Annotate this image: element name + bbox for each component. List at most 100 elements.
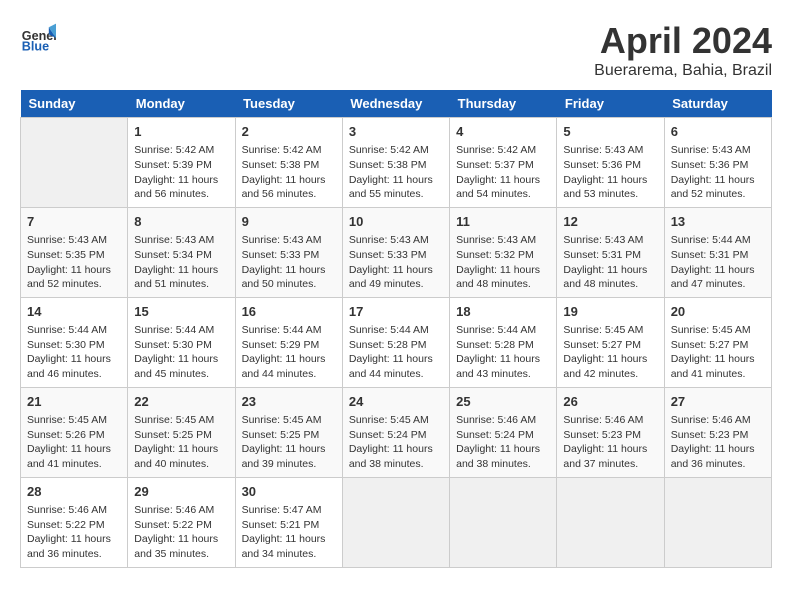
day-number: 8 <box>134 213 228 231</box>
day-number: 15 <box>134 303 228 321</box>
day-number: 13 <box>671 213 765 231</box>
day-number: 19 <box>563 303 657 321</box>
day-info: Sunrise: 5:45 AMSunset: 5:25 PMDaylight:… <box>242 413 336 472</box>
calendar-cell: 16Sunrise: 5:44 AMSunset: 5:29 PMDayligh… <box>235 297 342 387</box>
day-info: Sunrise: 5:44 AMSunset: 5:31 PMDaylight:… <box>671 233 765 292</box>
day-info: Sunrise: 5:44 AMSunset: 5:29 PMDaylight:… <box>242 323 336 382</box>
day-info: Sunrise: 5:43 AMSunset: 5:36 PMDaylight:… <box>563 143 657 202</box>
calendar-cell: 2Sunrise: 5:42 AMSunset: 5:38 PMDaylight… <box>235 118 342 208</box>
day-info: Sunrise: 5:43 AMSunset: 5:32 PMDaylight:… <box>456 233 550 292</box>
day-number: 6 <box>671 123 765 141</box>
weekday-header-sunday: Sunday <box>21 90 128 118</box>
day-number: 26 <box>563 393 657 411</box>
day-info: Sunrise: 5:43 AMSunset: 5:35 PMDaylight:… <box>27 233 121 292</box>
calendar-cell: 4 Sunrise: 5:42 AMSunset: 5:37 PMDaylight… <box>450 118 557 208</box>
title-block: April 2024 Buerarema, Bahia, Brazil <box>594 20 772 80</box>
calendar-week-3: 14 Sunrise: 5:44 AMSunset: 5:30 PMDayligh… <box>21 297 772 387</box>
calendar-cell: 8Sunrise: 5:43 AMSunset: 5:34 PMDaylight… <box>128 207 235 297</box>
day-info: Sunrise: 5:45 AMSunset: 5:26 PMDaylight:… <box>27 413 121 472</box>
page-header: General Blue April 2024 Buerarema, Bahia… <box>20 20 772 80</box>
day-number: 4 <box>456 123 550 141</box>
day-number: 27 <box>671 393 765 411</box>
day-info: Sunrise: 5:42 AMSunset: 5:39 PMDaylight:… <box>134 143 228 202</box>
day-number: 18 <box>456 303 550 321</box>
weekday-header-monday: Monday <box>128 90 235 118</box>
month-title: April 2024 <box>594 20 772 62</box>
day-number: 23 <box>242 393 336 411</box>
day-number: 9 <box>242 213 336 231</box>
day-info: Sunrise: 5:43 AMSunset: 5:36 PMDaylight:… <box>671 143 765 202</box>
day-info: Sunrise: 5:44 AMSunset: 5:30 PMDaylight:… <box>134 323 228 382</box>
weekday-header-wednesday: Wednesday <box>342 90 449 118</box>
day-number: 3 <box>349 123 443 141</box>
day-number: 5 <box>563 123 657 141</box>
day-number: 22 <box>134 393 228 411</box>
day-info: Sunrise: 5:42 AMSunset: 5:38 PMDaylight:… <box>349 143 443 202</box>
day-number: 30 <box>242 483 336 501</box>
weekday-header-friday: Friday <box>557 90 664 118</box>
weekday-header-tuesday: Tuesday <box>235 90 342 118</box>
calendar-cell: 23 Sunrise: 5:45 AMSunset: 5:25 PMDayligh… <box>235 387 342 477</box>
weekday-header-saturday: Saturday <box>664 90 771 118</box>
day-info: Sunrise: 5:46 AMSunset: 5:24 PMDaylight:… <box>456 413 550 472</box>
day-info: Sunrise: 5:45 AMSunset: 5:27 PMDaylight:… <box>563 323 657 382</box>
day-number: 25 <box>456 393 550 411</box>
calendar-cell: 7Sunrise: 5:43 AMSunset: 5:35 PMDaylight… <box>21 207 128 297</box>
day-number: 11 <box>456 213 550 231</box>
calendar-cell: 13 Sunrise: 5:44 AMSunset: 5:31 PMDayligh… <box>664 207 771 297</box>
calendar-cell: 30 Sunrise: 5:47 AMSunset: 5:21 PMDayligh… <box>235 477 342 567</box>
calendar-cell: 10 Sunrise: 5:43 AMSunset: 5:33 PMDayligh… <box>342 207 449 297</box>
day-number: 24 <box>349 393 443 411</box>
day-info: Sunrise: 5:45 AMSunset: 5:25 PMDaylight:… <box>134 413 228 472</box>
day-info: Sunrise: 5:42 AMSunset: 5:37 PMDaylight:… <box>456 143 550 202</box>
day-number: 12 <box>563 213 657 231</box>
calendar-cell: 21Sunrise: 5:45 AMSunset: 5:26 PMDayligh… <box>21 387 128 477</box>
calendar-cell <box>342 477 449 567</box>
calendar-cell: 20Sunrise: 5:45 AMSunset: 5:27 PMDayligh… <box>664 297 771 387</box>
calendar-cell <box>557 477 664 567</box>
calendar-cell: 9 Sunrise: 5:43 AMSunset: 5:33 PMDaylight… <box>235 207 342 297</box>
day-info: Sunrise: 5:44 AMSunset: 5:30 PMDaylight:… <box>27 323 121 382</box>
day-info: Sunrise: 5:43 AMSunset: 5:33 PMDaylight:… <box>242 233 336 292</box>
calendar-cell: 1 Sunrise: 5:42 AMSunset: 5:39 PMDaylight… <box>128 118 235 208</box>
calendar-cell: 24Sunrise: 5:45 AMSunset: 5:24 PMDayligh… <box>342 387 449 477</box>
calendar-cell: 12 Sunrise: 5:43 AMSunset: 5:31 PMDayligh… <box>557 207 664 297</box>
calendar-cell: 14 Sunrise: 5:44 AMSunset: 5:30 PMDayligh… <box>21 297 128 387</box>
weekday-header-thursday: Thursday <box>450 90 557 118</box>
day-info: Sunrise: 5:46 AMSunset: 5:22 PMDaylight:… <box>134 503 228 562</box>
day-info: Sunrise: 5:46 AMSunset: 5:23 PMDaylight:… <box>563 413 657 472</box>
calendar-cell <box>450 477 557 567</box>
calendar-cell: 5 Sunrise: 5:43 AMSunset: 5:36 PMDaylight… <box>557 118 664 208</box>
calendar-cell: 28Sunrise: 5:46 AMSunset: 5:22 PMDayligh… <box>21 477 128 567</box>
calendar-cell: 26 Sunrise: 5:46 AMSunset: 5:23 PMDayligh… <box>557 387 664 477</box>
calendar-table: SundayMondayTuesdayWednesdayThursdayFrid… <box>20 90 772 568</box>
location: Buerarema, Bahia, Brazil <box>594 62 772 80</box>
calendar-cell <box>21 118 128 208</box>
calendar-week-4: 21Sunrise: 5:45 AMSunset: 5:26 PMDayligh… <box>21 387 772 477</box>
calendar-week-5: 28Sunrise: 5:46 AMSunset: 5:22 PMDayligh… <box>21 477 772 567</box>
calendar-cell: 3 Sunrise: 5:42 AMSunset: 5:38 PMDaylight… <box>342 118 449 208</box>
calendar-cell: 25 Sunrise: 5:46 AMSunset: 5:24 PMDayligh… <box>450 387 557 477</box>
calendar-cell: 18 Sunrise: 5:44 AMSunset: 5:28 PMDayligh… <box>450 297 557 387</box>
calendar-cell <box>664 477 771 567</box>
day-number: 10 <box>349 213 443 231</box>
calendar-cell: 11 Sunrise: 5:43 AMSunset: 5:32 PMDayligh… <box>450 207 557 297</box>
day-info: Sunrise: 5:46 AMSunset: 5:22 PMDaylight:… <box>27 503 121 562</box>
day-number: 20 <box>671 303 765 321</box>
calendar-cell: 17Sunrise: 5:44 AMSunset: 5:28 PMDayligh… <box>342 297 449 387</box>
day-info: Sunrise: 5:47 AMSunset: 5:21 PMDaylight:… <box>242 503 336 562</box>
calendar-week-2: 7Sunrise: 5:43 AMSunset: 5:35 PMDaylight… <box>21 207 772 297</box>
calendar-cell: 15 Sunrise: 5:44 AMSunset: 5:30 PMDayligh… <box>128 297 235 387</box>
day-number: 14 <box>27 303 121 321</box>
day-number: 2 <box>242 123 336 141</box>
logo: General Blue <box>20 20 56 56</box>
day-info: Sunrise: 5:43 AMSunset: 5:33 PMDaylight:… <box>349 233 443 292</box>
day-number: 1 <box>134 123 228 141</box>
day-info: Sunrise: 5:43 AMSunset: 5:31 PMDaylight:… <box>563 233 657 292</box>
calendar-cell: 27 Sunrise: 5:46 AMSunset: 5:23 PMDayligh… <box>664 387 771 477</box>
day-info: Sunrise: 5:46 AMSunset: 5:23 PMDaylight:… <box>671 413 765 472</box>
day-number: 17 <box>349 303 443 321</box>
day-info: Sunrise: 5:44 AMSunset: 5:28 PMDaylight:… <box>456 323 550 382</box>
calendar-cell: 19 Sunrise: 5:45 AMSunset: 5:27 PMDayligh… <box>557 297 664 387</box>
calendar-cell: 22 Sunrise: 5:45 AMSunset: 5:25 PMDayligh… <box>128 387 235 477</box>
